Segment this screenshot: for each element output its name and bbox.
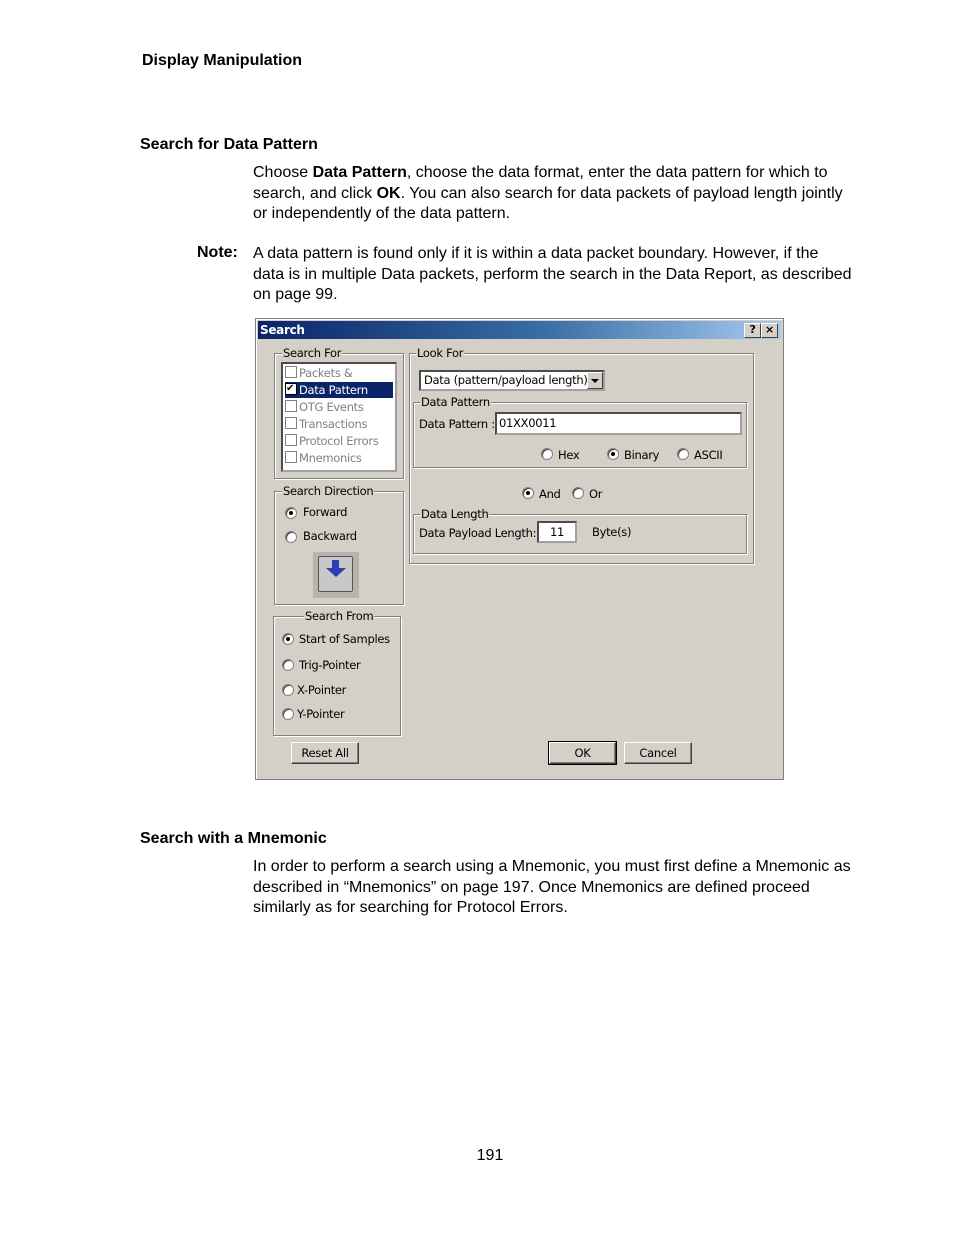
radio-start-of-samples[interactable] [282, 633, 294, 645]
chevron-down-icon[interactable] [587, 372, 603, 389]
checkbox-icon[interactable] [285, 366, 297, 378]
radio-binary-label: Binary [624, 448, 660, 462]
data-payload-length-label: Data Payload Length: [419, 526, 537, 540]
dialog-title: Search [260, 323, 305, 337]
checkbox-icon[interactable] [285, 381, 297, 397]
search-for-item-label: Mnemonics [299, 451, 362, 465]
search-for-legend: Search For [282, 346, 343, 360]
search-from-legend: Search From [304, 609, 375, 623]
paragraph-text: Choose [253, 164, 313, 181]
note-text: A data pattern is found only if it is wi… [253, 245, 852, 303]
radio-start-of-samples-label: Start of Samples [299, 632, 390, 646]
radio-and[interactable] [522, 487, 534, 499]
search-for-item[interactable]: Data Pattern [285, 381, 393, 398]
section-paragraph-mnemonic: In order to perform a search using a Mne… [253, 858, 851, 916]
radio-hex[interactable] [541, 448, 553, 460]
radio-y-pointer-label: Y-Pointer [297, 707, 345, 721]
radio-trig-pointer[interactable] [282, 659, 294, 671]
radio-y-pointer[interactable] [282, 708, 294, 720]
ok-button[interactable]: OK [548, 741, 617, 765]
section-paragraph-data-pattern: Choose Data Pattern, choose the data for… [253, 163, 853, 225]
look-for-combo-value: Data (pattern/payload length) [424, 373, 588, 387]
byte-unit-label: Byte(s) [592, 525, 632, 539]
look-for-group: Look For Data (pattern/payload length) D… [409, 346, 754, 564]
data-payload-length-input[interactable]: 11 [537, 521, 577, 543]
look-for-legend: Look For [416, 346, 465, 360]
radio-backward-label: Backward [303, 529, 357, 543]
radio-x-pointer[interactable] [282, 684, 294, 696]
page-number: 191 [476, 1147, 504, 1164]
dialog-titlebar: Search ? × [258, 321, 781, 339]
radio-and-label: And [539, 487, 561, 501]
search-direction-group: Search Direction Forward Backward [274, 484, 404, 605]
data-length-legend: Data Length [420, 507, 490, 521]
bold-term: Data Pattern [312, 164, 407, 181]
data-length-group: Data Length Data Payload Length: 11 Byte… [413, 507, 747, 554]
cancel-button[interactable]: Cancel [624, 742, 692, 764]
search-for-item[interactable]: Packets & Events [285, 365, 393, 396]
help-button[interactable]: ? [744, 323, 761, 338]
radio-forward[interactable] [285, 507, 297, 519]
checkbox-icon[interactable] [285, 417, 297, 429]
search-for-item-label: Protocol Errors [299, 434, 379, 448]
radio-binary[interactable] [607, 448, 619, 460]
radio-hex-label: Hex [558, 448, 580, 462]
checkbox-icon[interactable] [285, 400, 297, 412]
section-heading-mnemonic: Search with a Mnemonic [140, 830, 327, 847]
section-heading-data-pattern: Search for Data Pattern [140, 136, 318, 153]
note-label: Note: [197, 244, 238, 261]
radio-forward-label: Forward [303, 505, 348, 519]
reset-all-button[interactable]: Reset All [291, 742, 359, 764]
search-for-item[interactable]: OTG Events [285, 399, 393, 415]
search-for-group: Search For Packets & EventsData Pattern O… [274, 346, 404, 479]
radio-ascii-label: ASCII [694, 448, 723, 462]
search-from-group: Search From Start of Samples Trig-Pointe… [273, 609, 401, 736]
search-for-item[interactable]: Protocol Errors [285, 433, 393, 449]
search-for-item-label: Data Pattern [299, 383, 368, 397]
search-for-item-label: OTG Events [299, 400, 364, 414]
search-for-item[interactable]: Mnemonics [285, 450, 393, 466]
search-dialog: Search ? × Search For Packets & EventsDa… [255, 318, 784, 780]
data-pattern-label: Data Pattern : [419, 417, 495, 431]
search-for-item[interactable]: Transactions [285, 416, 393, 432]
close-button[interactable]: × [761, 323, 778, 338]
bold-term: OK [376, 184, 401, 202]
look-for-combo[interactable]: Data (pattern/payload length) [419, 370, 605, 391]
data-pattern-group: Data Pattern Data Pattern : 01XX0011 Hex… [413, 395, 747, 468]
checkbox-icon[interactable] [285, 451, 297, 463]
running-header: Display Manipulation [142, 52, 303, 69]
arrow-down-icon [332, 560, 339, 568]
checkbox-icon[interactable] [285, 434, 297, 446]
radio-or-label: Or [589, 487, 603, 501]
radio-backward[interactable] [285, 531, 297, 543]
search-direction-legend: Search Direction [282, 484, 375, 498]
radio-trig-pointer-label: Trig-Pointer [299, 658, 361, 672]
search-for-item-label: Transactions [299, 417, 368, 431]
radio-or[interactable] [572, 487, 584, 499]
radio-x-pointer-label: X-Pointer [297, 683, 347, 697]
search-for-listbox[interactable]: Packets & EventsData Pattern OTG Events Tr… [281, 362, 397, 472]
data-pattern-legend: Data Pattern [420, 395, 491, 409]
data-pattern-input[interactable]: 01XX0011 [495, 412, 742, 435]
search-direction-button[interactable] [313, 552, 359, 598]
radio-ascii[interactable] [677, 448, 689, 460]
